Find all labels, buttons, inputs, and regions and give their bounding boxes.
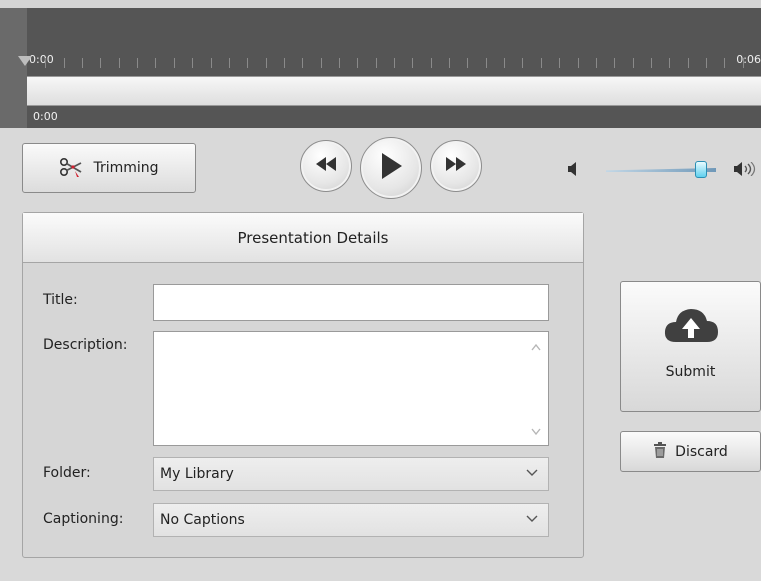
title-input[interactable] [153, 284, 549, 321]
ruler-tick [119, 58, 120, 68]
ruler-tick [412, 58, 413, 68]
ruler-tick [688, 58, 689, 68]
ruler-tick [449, 58, 450, 68]
captioning-select[interactable]: No Captions [153, 503, 549, 537]
ruler-tick [155, 58, 156, 68]
submit-button[interactable]: Submit [620, 281, 761, 412]
rewind-button[interactable] [300, 140, 352, 192]
ruler-tick [174, 58, 175, 68]
top-strip [0, 0, 761, 8]
timeline-left-edge [0, 8, 27, 128]
panel-header: Presentation Details [23, 213, 583, 263]
folder-value: My Library [160, 466, 234, 482]
ruler-tick [578, 58, 579, 68]
submit-label: Submit [665, 364, 716, 380]
ruler-start-label: 0:00 [29, 53, 54, 66]
panel-title: Presentation Details [237, 228, 389, 247]
ruler-tick [321, 58, 322, 68]
trimming-button[interactable]: Trimming [22, 143, 196, 193]
ruler-tick [284, 58, 285, 68]
ruler-tick [247, 58, 248, 68]
timeline-ruler[interactable]: 0:00 0:06 [27, 50, 761, 74]
scissors-icon [59, 157, 85, 179]
chevron-down-icon [526, 467, 538, 483]
ruler-tick [302, 58, 303, 68]
ruler-tick [559, 58, 560, 68]
ruler-tick [64, 58, 65, 68]
discard-label: Discard [675, 443, 728, 460]
ruler-tick [229, 58, 230, 68]
ruler-tick [467, 58, 468, 68]
scroll-up-icon[interactable] [531, 341, 541, 354]
folder-select[interactable]: My Library [153, 457, 549, 491]
ruler-tick [522, 58, 523, 68]
trash-icon [653, 441, 667, 462]
ruler-tick [633, 58, 634, 68]
trimming-label: Trimming [93, 160, 159, 176]
playhead-marker[interactable] [18, 56, 32, 66]
ruler-tick [743, 58, 744, 68]
folder-label: Folder: [43, 465, 91, 481]
fast-forward-button[interactable] [430, 140, 482, 192]
description-label: Description: [43, 337, 128, 353]
current-time: 0:00 [33, 110, 58, 123]
ruler-tick [431, 58, 432, 68]
ruler-tick [266, 58, 267, 68]
ruler-tick [614, 58, 615, 68]
ruler-tick [541, 58, 542, 68]
description-input[interactable] [153, 331, 549, 446]
captioning-value: No Captions [160, 512, 245, 528]
presentation-details-panel: Presentation Details Title: Description:… [22, 212, 584, 558]
captioning-label: Captioning: [43, 511, 124, 527]
volume-thumb[interactable] [694, 161, 707, 178]
ruler-tick [339, 58, 340, 68]
ruler-tick [357, 58, 358, 68]
ruler-tick [504, 58, 505, 68]
play-button[interactable] [360, 137, 422, 199]
title-label: Title: [43, 292, 78, 308]
ruler-tick [394, 58, 395, 68]
rewind-icon [315, 157, 337, 175]
ruler-tick [82, 58, 83, 68]
cloud-upload-icon [664, 309, 718, 342]
ruler-end-label: 0:06 [736, 53, 761, 66]
ruler-tick [706, 58, 707, 68]
ruler-tick [669, 58, 670, 68]
play-icon [379, 152, 403, 184]
discard-button[interactable]: Discard [620, 431, 761, 472]
ruler-tick [211, 58, 212, 68]
fast-forward-icon [445, 157, 467, 175]
volume-low-icon[interactable] [566, 162, 578, 180]
ruler-tick [724, 58, 725, 68]
ruler-tick [100, 58, 101, 68]
ruler-tick [137, 58, 138, 68]
chevron-down-icon [526, 513, 538, 529]
ruler-tick [486, 58, 487, 68]
ruler-tick [376, 58, 377, 68]
ruler-tick [651, 58, 652, 68]
volume-slider[interactable] [606, 160, 716, 180]
ruler-tick [596, 58, 597, 68]
ruler-tick [45, 58, 46, 68]
scroll-down-icon[interactable] [531, 425, 541, 438]
volume-high-icon[interactable] [733, 161, 759, 180]
ruler-tick [192, 58, 193, 68]
timeline-track[interactable] [27, 76, 761, 106]
